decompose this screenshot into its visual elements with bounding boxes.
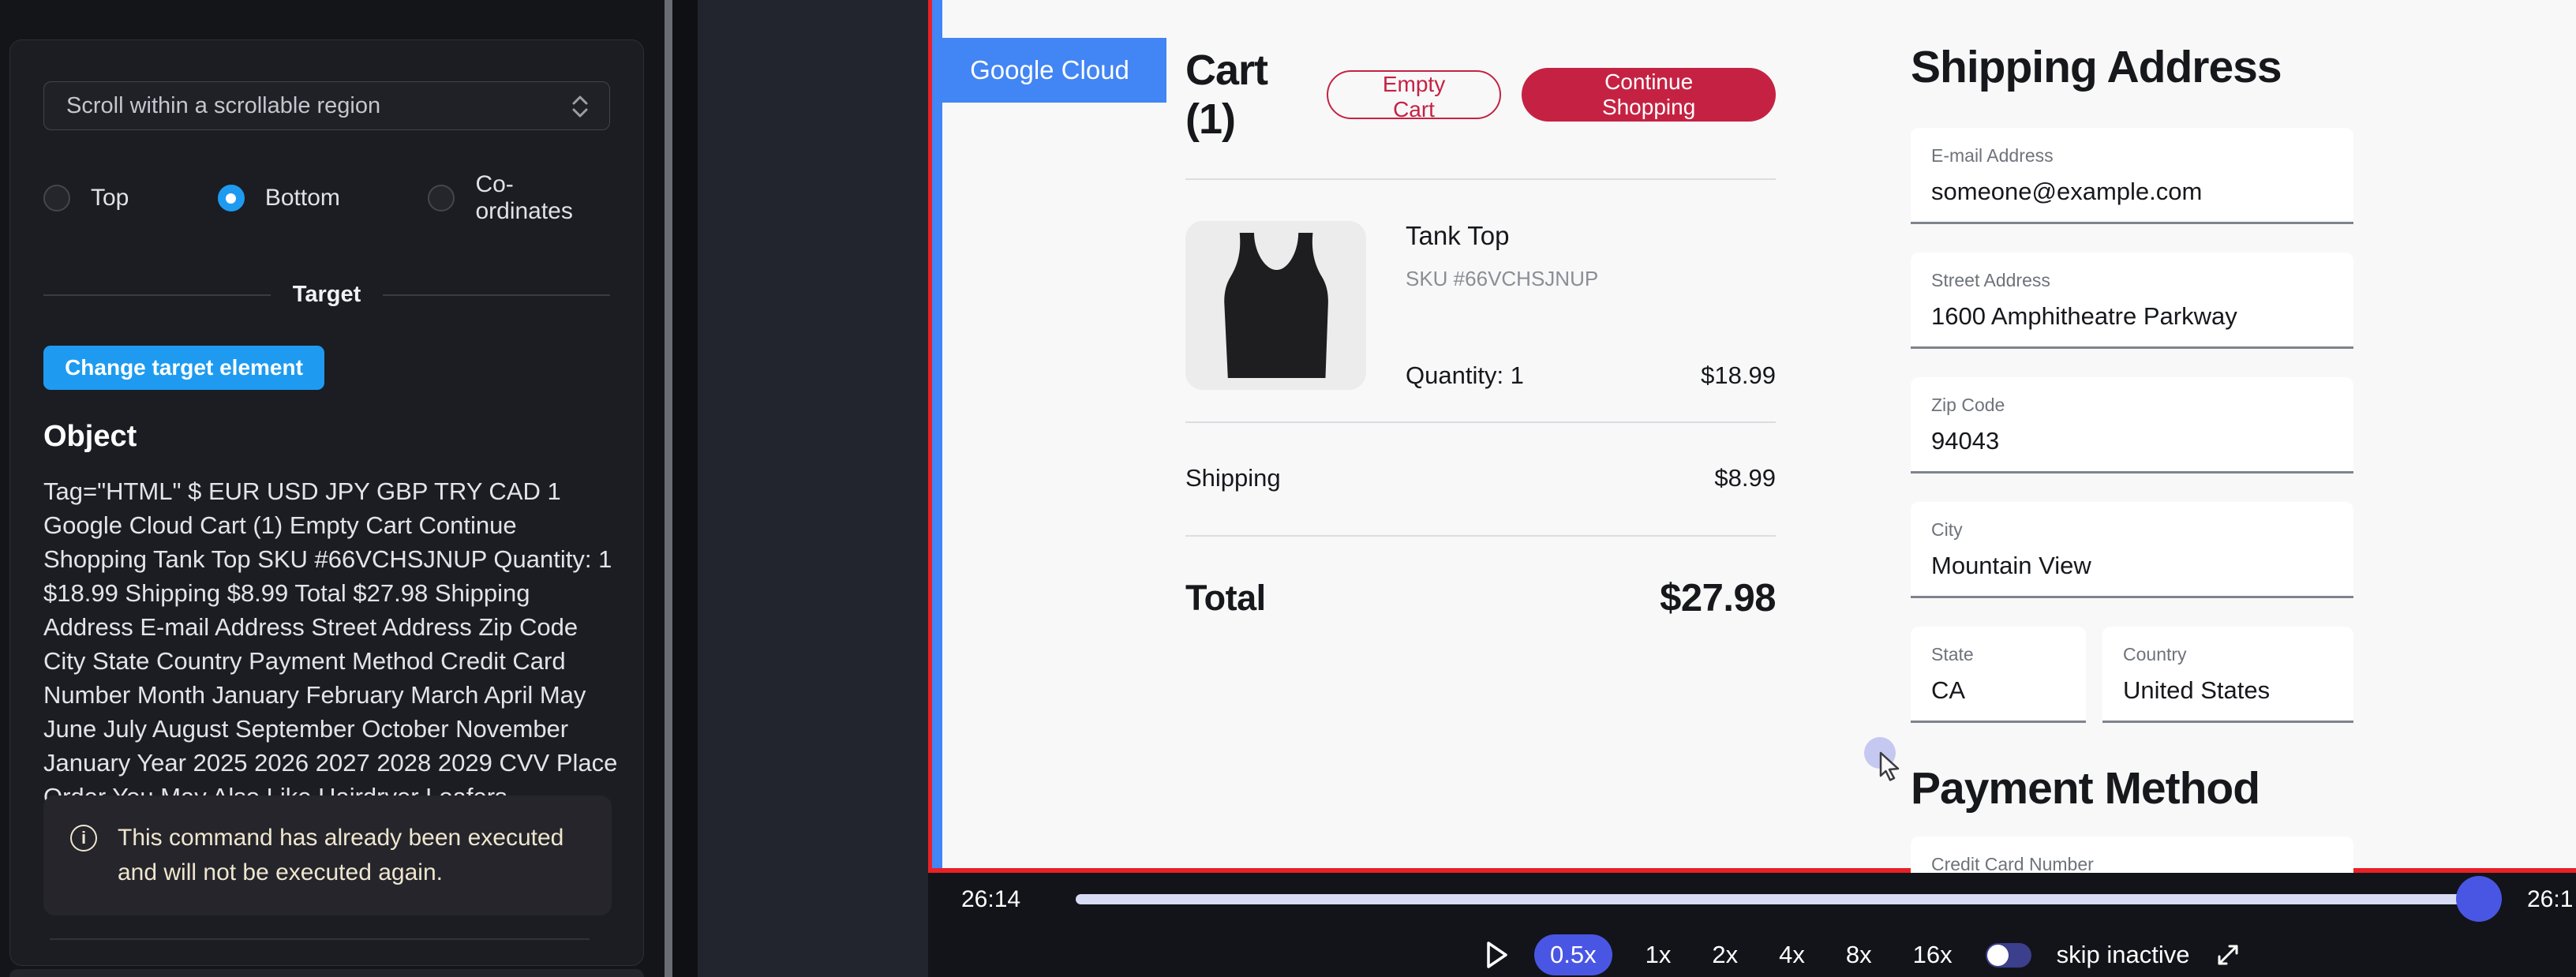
- fullscreen-button[interactable]: [2215, 941, 2241, 968]
- radio-bottom-circle[interactable]: [218, 185, 245, 211]
- radio-bottom[interactable]: Bottom: [218, 185, 429, 211]
- zip-field[interactable]: Zip Code 94043: [1911, 377, 2353, 474]
- shipping-value: $8.99: [1714, 464, 1776, 492]
- next-section-strip: [9, 969, 644, 977]
- email-field-label: E-mail Address: [1931, 145, 2333, 167]
- product-quantity: Quantity: 1: [1406, 361, 1524, 390]
- panel-resizer-handle[interactable]: [665, 0, 672, 977]
- target-section-label: Target: [293, 282, 361, 308]
- player-bar: 26:14 26:1 0.5x 1x 2x 4x 8x 16x skip ina…: [928, 873, 2576, 977]
- speed-4x-button[interactable]: 4x: [1771, 934, 1813, 975]
- radio-coordinates[interactable]: Co-ordinates: [428, 171, 610, 225]
- empty-cart-button[interactable]: Empty Cart: [1327, 70, 1501, 119]
- skip-inactive-toggle[interactable]: [1986, 943, 2031, 968]
- chevron-up-down-icon: [570, 93, 590, 124]
- divider-line: [43, 294, 271, 296]
- viewport-margin-panel: [698, 0, 928, 977]
- end-time: 26:1: [2527, 886, 2573, 913]
- current-time: 26:14: [961, 886, 1020, 913]
- continue-shopping-button[interactable]: Continue Shopping: [1522, 68, 1776, 122]
- command-panel: Scroll within a scrollable region Top Bo…: [9, 39, 644, 966]
- timeline-track[interactable]: [1076, 894, 2481, 904]
- skip-inactive-label: skip inactive: [2057, 941, 2190, 969]
- radio-top-circle[interactable]: [43, 185, 70, 211]
- email-field-value: someone@example.com: [1931, 178, 2333, 206]
- info-icon: i: [70, 825, 97, 852]
- product-price: $18.99: [1701, 361, 1776, 390]
- speed-2x-button[interactable]: 2x: [1704, 934, 1746, 975]
- country-field-label: Country: [2123, 644, 2333, 665]
- timeline-scrubber-handle[interactable]: [2456, 876, 2502, 922]
- toggle-knob: [1987, 945, 2009, 966]
- cart-title: Cart (1): [1185, 46, 1327, 144]
- total-value: $27.98: [1660, 576, 1776, 620]
- street-field-value: 1600 Amphitheatre Parkway: [1931, 302, 2333, 331]
- speed-16x-button[interactable]: 16x: [1905, 934, 1960, 975]
- divider: [1185, 178, 1776, 180]
- speed-1x-button[interactable]: 1x: [1638, 934, 1679, 975]
- radio-top-label: Top: [91, 185, 129, 211]
- scroll-position-radios: Top Bottom Co-ordinates: [43, 171, 610, 225]
- product-image-tank-top: [1185, 221, 1366, 390]
- street-field[interactable]: Street Address 1600 Amphitheatre Parkway: [1911, 253, 2353, 349]
- radio-coordinates-circle[interactable]: [428, 185, 455, 211]
- city-field[interactable]: City Mountain View: [1911, 502, 2353, 598]
- playback-controls: 0.5x 1x 2x 4x 8x 16x skip inactive: [1485, 934, 2241, 975]
- target-section-divider: Target: [43, 282, 610, 308]
- replay-viewer: Scroll within a scrollable region Top Bo…: [0, 0, 2576, 977]
- sidebar-divider: [50, 938, 590, 940]
- target-highlight-edge: [932, 0, 942, 868]
- command-type-value: Scroll within a scrollable region: [66, 93, 380, 119]
- state-field[interactable]: State CA: [1911, 627, 2086, 723]
- object-heading: Object: [43, 420, 610, 454]
- city-field-label: City: [1931, 519, 2333, 541]
- state-field-value: CA: [1931, 676, 2065, 705]
- checkout-section: Shipping Address E-mail Address someone@…: [1911, 0, 2353, 933]
- speed-0.5x-button[interactable]: 0.5x: [1534, 934, 1612, 975]
- state-field-label: State: [1931, 644, 2065, 665]
- cart-section: Cart (1) Empty Cart Continue Shopping Ta…: [1185, 46, 1776, 620]
- shipping-label: Shipping: [1185, 464, 1281, 492]
- radio-coordinates-label: Co-ordinates: [475, 171, 610, 225]
- product-name: Tank Top: [1406, 221, 1776, 251]
- shipping-address-heading: Shipping Address: [1911, 41, 2353, 93]
- divider-line: [383, 294, 610, 296]
- country-field[interactable]: Country United States: [2102, 627, 2353, 723]
- zip-field-value: 94043: [1931, 427, 2333, 455]
- zip-field-label: Zip Code: [1931, 395, 2333, 416]
- gutter: [672, 0, 698, 977]
- speed-8x-button[interactable]: 8x: [1838, 934, 1880, 975]
- city-field-value: Mountain View: [1931, 552, 2333, 580]
- replayed-webpage: Google Cloud Cart (1) Empty Cart Continu…: [928, 0, 2576, 873]
- command-type-select[interactable]: Scroll within a scrollable region: [43, 81, 610, 130]
- execution-notice: i This command has already been executed…: [43, 795, 612, 915]
- radio-bottom-label: Bottom: [265, 185, 340, 211]
- payment-method-heading: Payment Method: [1911, 762, 2353, 814]
- change-target-button[interactable]: Change target element: [43, 346, 324, 390]
- email-field[interactable]: E-mail Address someone@example.com: [1911, 128, 2353, 224]
- country-field-value: United States: [2123, 676, 2333, 705]
- product-sku: SKU #66VCHSJNUP: [1406, 267, 1776, 291]
- street-field-label: Street Address: [1931, 270, 2333, 291]
- total-label: Total: [1185, 578, 1266, 619]
- radio-top[interactable]: Top: [43, 185, 218, 211]
- play-button[interactable]: [1485, 940, 1509, 970]
- brand-badge: Google Cloud: [933, 38, 1166, 103]
- cart-item-row: Tank Top SKU #66VCHSJNUP Quantity: 1 $18…: [1185, 221, 1776, 390]
- credit-card-field-label: Credit Card Number: [1931, 854, 2333, 875]
- execution-notice-text: This command has already been executed a…: [118, 821, 585, 890]
